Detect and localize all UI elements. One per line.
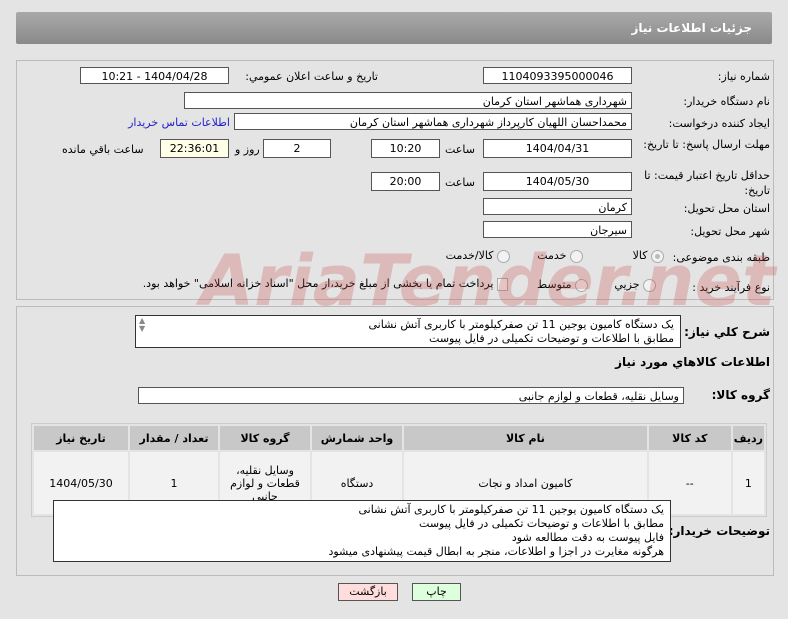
notes-label: توضیحات خریدار:: [668, 524, 770, 538]
notes-line: یک دستگاه کامیون یوجین 11 تن صفرکیلومتر …: [358, 503, 664, 516]
page-header: جزئیات اطلاعات نیاز: [16, 12, 772, 44]
col-group: گروه کالا: [220, 426, 310, 450]
print-button[interactable]: چاپ: [412, 583, 461, 601]
radio-icon[interactable]: [575, 278, 588, 292]
creator-label: ایجاد کننده درخواست:: [668, 117, 770, 130]
process-label: نوع فرآیند خرید :: [692, 281, 770, 294]
col-unit: واحد شمارش: [312, 426, 402, 450]
remaining-label: ساعت باقي مانده: [62, 143, 144, 156]
province-field: کرمان: [483, 198, 632, 215]
notes-textarea[interactable]: یک دستگاه کامیون یوجین 11 تن صفرکیلومتر …: [53, 500, 671, 562]
table-header-row: ردیف کد کالا نام کالا واحد شمارش گروه کا…: [34, 426, 764, 450]
deadline-time-field: 10:20: [371, 139, 440, 158]
cell-row: 1: [732, 452, 764, 514]
goods-group-label: گروه کالا:: [711, 388, 770, 402]
scroll-arrows-icon[interactable]: ▲ ▼: [139, 317, 145, 333]
validity-label: حداقل تاریخ اعتبار قیمت: تا تاریخ:: [644, 169, 770, 197]
summary-label: شرح کلي نیاز:: [684, 325, 770, 339]
summary-line: مطابق با اطلاعات و توضیحات تکمیلی در فای…: [429, 332, 674, 345]
days-field: 2: [263, 139, 331, 158]
buyer-contact-link[interactable]: اطلاعات تماس خریدار: [120, 116, 230, 129]
category-label: طبقه بندی موضوعی:: [672, 251, 770, 264]
back-button[interactable]: بازگشت: [338, 583, 398, 601]
buyer-org-field: شهرداری هماشهر استان کرمان: [184, 92, 632, 109]
deadline-label: مهلت ارسال پاسخ: تا تاریخ:: [643, 138, 770, 151]
city-field: سیرجان: [483, 221, 632, 238]
summary-line: یک دستگاه کامیون یوجین 11 تن صفرکیلومتر …: [368, 318, 674, 331]
notes-line: فایل پیوست به دقت مطالعه شود: [511, 531, 664, 544]
treasury-checkbox[interactable]: پرداخت تمام یا بخشی از مبلغ خرید،از محل …: [143, 277, 508, 291]
radio-icon[interactable]: [651, 249, 664, 263]
buyer-org-label: نام دستگاه خریدار:: [683, 95, 770, 108]
radio-icon[interactable]: [643, 278, 656, 292]
need-number-label: شماره نیاز:: [717, 70, 770, 83]
col-date: تاریخ نیاز: [34, 426, 128, 450]
col-row: ردیف: [732, 426, 764, 450]
col-name: نام کالا: [404, 426, 647, 450]
col-qty: تعداد / مقدار: [130, 426, 218, 450]
deadline-date-field: 1404/04/31: [483, 139, 632, 158]
col-code: کد کالا: [648, 426, 731, 450]
province-label: استان محل تحویل:: [683, 202, 770, 215]
goods-heading: اطلاعات کالاهاي مورد نیاز: [615, 355, 770, 369]
process-option-medium[interactable]: متوسط: [537, 278, 588, 292]
need-number-field: 1104093395000046: [483, 67, 632, 84]
creator-field: محمداحسان اللهیان کارپرداز شهرداری هماشه…: [234, 113, 632, 130]
notes-line: مطابق با اطلاعات و توضیحات تکمیلی در فای…: [419, 517, 664, 530]
announce-field: 1404/04/28 - 10:21: [80, 67, 229, 84]
city-label: شهر محل تحویل:: [690, 225, 770, 238]
remaining-time-field: 22:36:01: [160, 139, 229, 158]
goods-group-field: وسایل نقلیه، قطعات و لوازم جانبی: [138, 387, 684, 404]
radio-icon[interactable]: [570, 249, 583, 263]
validity-time-label: ساعت: [445, 176, 475, 189]
checkbox-icon[interactable]: [497, 277, 508, 291]
process-option-minor[interactable]: جزیي: [614, 278, 656, 292]
category-option-both[interactable]: کالا/خدمت: [446, 249, 510, 263]
summary-textarea[interactable]: یک دستگاه کامیون یوجین 11 تن صفرکیلومتر …: [135, 315, 681, 348]
page-title: جزئیات اطلاعات نیاز: [631, 21, 752, 35]
category-option-service[interactable]: خدمت: [537, 249, 583, 263]
deadline-time-label: ساعت: [445, 143, 475, 156]
notes-line: هرگونه مغایرت در اجزا و اطلاعات، منجر به…: [328, 545, 664, 558]
days-label: روز و: [235, 143, 260, 156]
validity-date-field: 1404/05/30: [483, 172, 632, 191]
announce-label: تاریخ و ساعت اعلان عمومي:: [245, 70, 378, 83]
category-option-goods[interactable]: کالا: [633, 249, 664, 263]
radio-icon[interactable]: [497, 249, 510, 263]
validity-time-field: 20:00: [371, 172, 440, 191]
